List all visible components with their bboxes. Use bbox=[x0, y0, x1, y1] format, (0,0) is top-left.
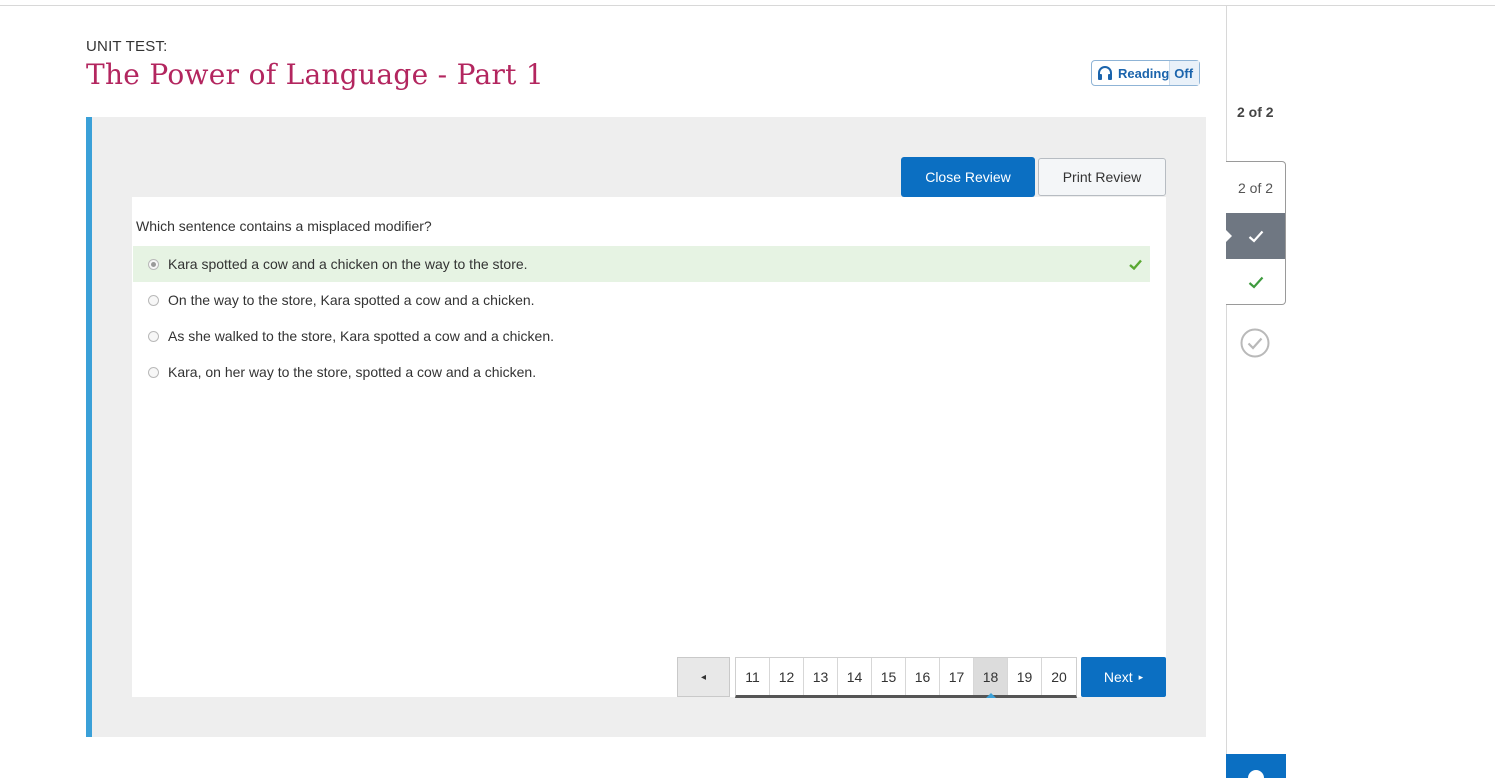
check-icon bbox=[1248, 276, 1263, 289]
radio-unselected[interactable] bbox=[148, 330, 159, 342]
page-button-16[interactable]: 16 bbox=[906, 658, 940, 695]
sidebar-box-label: 2 of 2 bbox=[1237, 179, 1274, 196]
sidebar-count: 2 of 2 bbox=[1237, 104, 1274, 120]
page-button-20[interactable]: 20 bbox=[1042, 658, 1076, 695]
answer-choice-4[interactable]: Kara, on her way to the store, spotted a… bbox=[133, 354, 1150, 390]
next-button[interactable]: Next ▸ bbox=[1081, 657, 1166, 697]
page-button-17[interactable]: 17 bbox=[940, 658, 974, 695]
answer-choice-label: Kara spotted a cow and a chicken on the … bbox=[168, 256, 528, 272]
radio-unselected[interactable] bbox=[148, 366, 159, 378]
sidebar-item-active[interactable] bbox=[1225, 213, 1285, 259]
sidebar-bottom-icon bbox=[1248, 770, 1264, 778]
answer-choice-3[interactable]: As she walked to the store, Kara spotted… bbox=[133, 318, 1150, 354]
unit-label: UNIT TEST: bbox=[86, 38, 168, 55]
radio-selected[interactable] bbox=[148, 258, 159, 270]
next-button-label: Next bbox=[1103, 669, 1133, 685]
page-button-15[interactable]: 15 bbox=[872, 658, 906, 695]
answer-choice-1[interactable]: Kara spotted a cow and a chicken on the … bbox=[133, 246, 1150, 282]
page-button-19[interactable]: 19 bbox=[1008, 658, 1042, 695]
page-button-14[interactable]: 14 bbox=[838, 658, 872, 695]
previous-page-button[interactable]: ◂ bbox=[677, 657, 730, 697]
question-pager: 11 12 13 14 15 16 17 18 19 20 bbox=[735, 657, 1077, 698]
sidebar-bottom-button[interactable] bbox=[1226, 754, 1286, 778]
top-divider bbox=[0, 5, 1495, 6]
review-panel-accent bbox=[86, 117, 92, 737]
headphones-icon bbox=[1098, 65, 1112, 80]
close-review-button[interactable]: Close Review bbox=[901, 157, 1035, 197]
reading-toggle[interactable]: Reading Off bbox=[1091, 60, 1200, 86]
print-review-button[interactable]: Print Review bbox=[1038, 158, 1166, 196]
page-title: The Power of Language - Part 1 bbox=[86, 58, 545, 91]
sidebar-item-complete[interactable] bbox=[1226, 259, 1285, 305]
reading-toggle-label: Reading bbox=[1118, 65, 1170, 81]
check-icon bbox=[1248, 230, 1263, 243]
sidebar-divider bbox=[1226, 6, 1227, 778]
page-button-18-current[interactable]: 18 bbox=[974, 658, 1008, 698]
page-button-11[interactable]: 11 bbox=[736, 658, 770, 695]
answer-choice-label: On the way to the store, Kara spotted a … bbox=[168, 292, 535, 308]
reading-toggle-state[interactable]: Off bbox=[1169, 61, 1200, 85]
sidebar-progress-box: 2 of 2 bbox=[1225, 161, 1286, 305]
reading-toggle-left: Reading bbox=[1092, 61, 1169, 85]
correct-check-icon bbox=[1129, 259, 1142, 270]
answer-choice-2[interactable]: On the way to the store, Kara spotted a … bbox=[133, 282, 1150, 318]
answer-choice-label: As she walked to the store, Kara spotted… bbox=[168, 328, 554, 344]
answer-choice-label: Kara, on her way to the store, spotted a… bbox=[168, 364, 537, 380]
check-circle-icon[interactable] bbox=[1240, 328, 1270, 358]
question-text: Which sentence contains a misplaced modi… bbox=[136, 218, 432, 234]
play-right-icon: ▸ bbox=[1138, 671, 1144, 682]
page-button-13[interactable]: 13 bbox=[804, 658, 838, 695]
radio-unselected[interactable] bbox=[148, 294, 159, 306]
page-button-12[interactable]: 12 bbox=[770, 658, 804, 695]
